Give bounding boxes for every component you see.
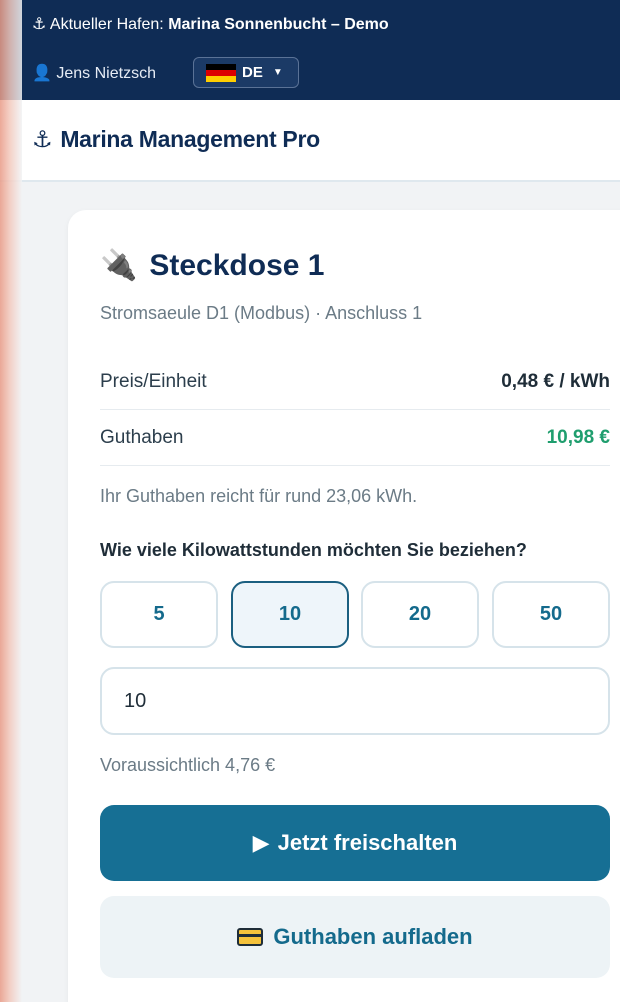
credit-card-icon bbox=[237, 928, 264, 946]
brand-name: Marina Management Pro bbox=[60, 126, 320, 152]
socket-title: 🔌 Steckdose 1 bbox=[100, 248, 324, 283]
play-icon: ▶ bbox=[252, 830, 270, 855]
language-selector[interactable]: DE ▼ bbox=[193, 57, 299, 88]
kwh-question: Wie viele Kilowattstunden möchten Sie be… bbox=[100, 540, 527, 560]
german-flag-icon bbox=[206, 63, 236, 82]
socket-subtitle: Stromsaeule D1 (Modbus) · Anschluss 1 bbox=[100, 303, 423, 323]
balance-hint: Ihr Guthaben reicht für rund 23,06 kWh. bbox=[100, 486, 418, 506]
topup-button[interactable]: Guthaben aufladen bbox=[100, 896, 610, 978]
harbor-name: Marina Sonnenbucht – Demo bbox=[168, 16, 389, 33]
balance-label: Guthaben bbox=[100, 426, 184, 448]
price-label: Preis/Einheit bbox=[100, 370, 207, 392]
balance-value: 10,98 € bbox=[546, 426, 610, 448]
plug-icon: 🔌 bbox=[100, 249, 138, 282]
socket-title-text: Steckdose 1 bbox=[149, 248, 325, 282]
chevron-down-icon: ▼ bbox=[272, 67, 283, 78]
left-edge-overlay bbox=[0, 0, 22, 1002]
anchor-logo-icon: ⚓ bbox=[32, 126, 53, 152]
preset-10-button[interactable]: 10 bbox=[231, 581, 349, 648]
top-bar: ⚓ Aktueller Hafen: Marina Sonnenbucht – … bbox=[0, 0, 620, 100]
preset-20-button[interactable]: 20 bbox=[361, 581, 479, 648]
cost-estimate: Voraussichtlich 4,76 € bbox=[100, 755, 276, 775]
price-value: 0,48 € / kWh bbox=[501, 370, 610, 392]
balance-row: Guthaben 10,98 € bbox=[100, 410, 610, 466]
anchor-icon: ⚓ bbox=[32, 16, 47, 33]
language-code: DE bbox=[242, 64, 263, 81]
kwh-quantity-input[interactable] bbox=[100, 667, 610, 735]
preset-group: 5 10 20 50 bbox=[100, 581, 610, 648]
harbor-prefix: Aktueller Hafen: bbox=[49, 16, 164, 33]
price-row: Preis/Einheit 0,48 € / kWh bbox=[100, 354, 610, 410]
user-info[interactable]: 👤 Jens Nietzsch bbox=[32, 63, 156, 83]
user-name: Jens Nietzsch bbox=[56, 65, 156, 82]
user-icon: 👤 bbox=[32, 65, 52, 82]
preset-5-button[interactable]: 5 bbox=[100, 581, 218, 648]
unlock-button[interactable]: ▶ Jetzt freischalten bbox=[100, 805, 610, 881]
unlock-button-label: Jetzt freischalten bbox=[277, 830, 458, 855]
app-header: ⚓ Marina Management Pro bbox=[0, 100, 620, 182]
preset-50-button[interactable]: 50 bbox=[492, 581, 610, 648]
current-harbor: ⚓ Aktueller Hafen: Marina Sonnenbucht – … bbox=[32, 14, 389, 34]
brand-logo[interactable]: ⚓ Marina Management Pro bbox=[32, 126, 320, 153]
topup-button-label: Guthaben aufladen bbox=[273, 924, 473, 949]
